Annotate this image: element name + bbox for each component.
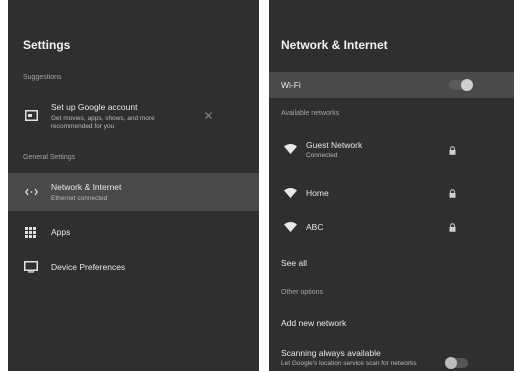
scanning-toggle[interactable] (445, 357, 468, 369)
scanning-subtitle: Let Google's location service scan for n… (281, 360, 417, 367)
suggestions-header: Suggestions (23, 74, 62, 81)
wifi-icon (284, 188, 297, 198)
tv-input-icon (25, 110, 38, 121)
wifi-icon (284, 144, 297, 154)
toggle-knob (461, 79, 473, 91)
menu-item-apps[interactable]: Apps (8, 221, 259, 243)
network-name: ABC (306, 222, 324, 232)
scanning-title: Scanning always available (281, 348, 381, 358)
menu-item-label: Apps (51, 227, 71, 237)
network-item-home[interactable]: Home (269, 183, 514, 205)
scanning-toggle-row[interactable]: Scanning always available Let Google's l… (269, 344, 514, 371)
network-icon (25, 188, 38, 196)
general-settings-header: General Settings (23, 154, 76, 161)
settings-title: Settings (23, 38, 71, 52)
suggestion-subtitle-2: recommended for you (51, 123, 115, 130)
network-name: Guest Network (306, 140, 363, 150)
menu-item-label: Device Preferences (51, 262, 126, 272)
lock-icon (449, 146, 456, 155)
add-network-label: Add new network (281, 318, 347, 328)
other-options-header: Other options (281, 289, 324, 296)
suggestion-google-account[interactable]: Set up Google account Get movies, apps, … (8, 98, 259, 136)
see-all-label: See all (281, 258, 307, 268)
menu-item-device-preferences[interactable]: Device Preferences (8, 256, 259, 278)
network-item-guest[interactable]: Guest Network Connected (269, 136, 514, 164)
toggle-knob (445, 357, 457, 369)
dismiss-icon[interactable] (205, 112, 212, 119)
settings-panel: Settings Suggestions Set up Google accou… (8, 0, 259, 371)
wifi-toggle-row[interactable]: Wi-Fi (269, 72, 514, 98)
menu-item-network-internet[interactable]: Network & Internet Ethernet connected (8, 173, 259, 211)
wifi-icon (284, 222, 297, 232)
add-new-network-button[interactable]: Add new network (269, 314, 514, 334)
wifi-toggle[interactable] (449, 79, 473, 91)
network-name: Home (306, 188, 329, 198)
suggestion-subtitle-1: Get movies, apps, shows, and more (51, 115, 155, 122)
wifi-label: Wi-Fi (281, 80, 301, 90)
menu-item-label: Network & Internet (51, 182, 122, 192)
network-item-abc[interactable]: ABC (269, 217, 514, 239)
network-status: Connected (306, 152, 338, 159)
apps-grid-icon (25, 227, 36, 238)
lock-icon (449, 189, 456, 198)
network-title: Network & Internet (281, 38, 388, 52)
available-networks-header: Available networks (281, 110, 340, 117)
suggestion-title: Set up Google account (51, 102, 138, 112)
lock-icon (449, 223, 456, 232)
see-all-button[interactable]: See all (269, 253, 514, 273)
menu-item-sublabel: Ethernet connected (51, 195, 108, 202)
display-icon (24, 261, 38, 273)
network-panel: Network & Internet Wi-Fi Available netwo… (269, 0, 514, 371)
